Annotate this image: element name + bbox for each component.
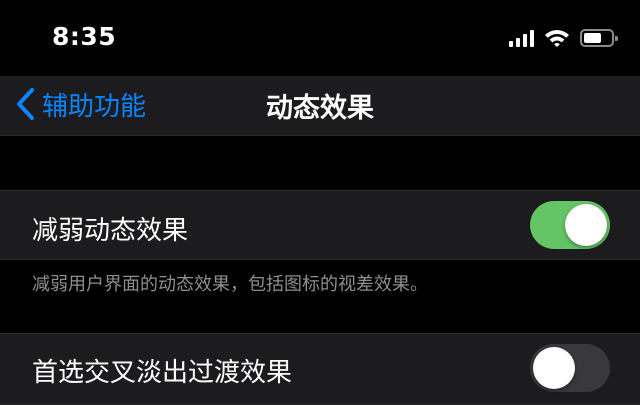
battery-icon bbox=[580, 29, 618, 47]
toggle-knob bbox=[565, 204, 607, 246]
status-time: 8:35 bbox=[52, 22, 117, 51]
toggle-knob bbox=[533, 347, 575, 389]
reduce-motion-label: 减弱动态效果 bbox=[32, 216, 189, 246]
prefer-cross-fade-label: 首选交叉淡出过渡效果 bbox=[32, 358, 293, 388]
prefer-cross-fade-row: 首选交叉淡出过渡效果 bbox=[0, 333, 640, 405]
battery-cap bbox=[615, 36, 618, 41]
reduce-motion-row: 减弱动态效果 bbox=[0, 190, 640, 260]
page-title: 动态效果 bbox=[266, 93, 374, 124]
status-icons bbox=[509, 26, 618, 50]
cellular-signal-icon bbox=[509, 29, 534, 47]
battery-fill bbox=[584, 33, 601, 43]
group-separator bbox=[0, 136, 640, 190]
reduce-motion-toggle[interactable] bbox=[530, 201, 610, 249]
reduce-motion-footer: 减弱用户界面的动态效果，包括图标的视差效果。 bbox=[32, 274, 428, 295]
status-bar: 8:35 bbox=[0, 0, 640, 76]
prefer-cross-fade-toggle[interactable] bbox=[530, 344, 610, 392]
wifi-icon bbox=[545, 30, 569, 47]
navigation-bar: 辅助功能 动态效果 bbox=[0, 76, 640, 136]
